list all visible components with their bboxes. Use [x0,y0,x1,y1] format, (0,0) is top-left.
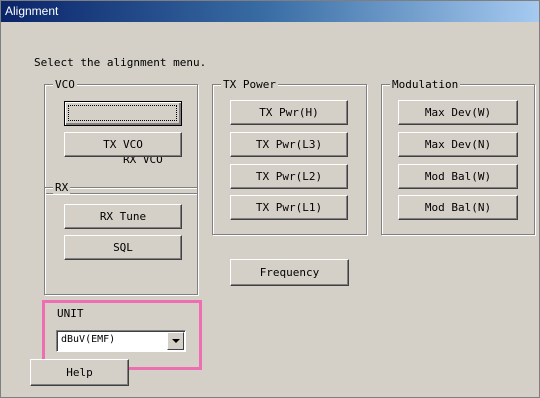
title-bar: Alignment [1,1,539,22]
max-dev-w-button[interactable]: Max Dev(W) [398,100,518,125]
sql-button[interactable]: SQL [64,235,182,260]
tx-power-group-label: TX Power [221,78,278,91]
focus-rectangle [68,105,177,121]
max-dev-n-button[interactable]: Max Dev(N) [398,132,518,157]
unit-label: UNIT [57,307,84,320]
chevron-down-icon[interactable] [167,332,184,350]
unit-selected-value: dBuV(EMF) [61,334,116,345]
unit-select[interactable]: dBuV(EMF) [56,330,186,352]
tx-pwr-l3-button[interactable]: TX Pwr(L3) [230,132,348,157]
rx-vco-button[interactable]: RX VCO [64,101,182,166]
help-button[interactable]: Help [30,359,129,386]
modulation-group-label: Modulation [390,78,461,91]
tx-pwr-l1-button[interactable]: TX Pwr(L1) [230,195,348,220]
mod-bal-w-button[interactable]: Mod Bal(W) [398,164,518,189]
tx-vco-button[interactable]: TX VCO [64,132,182,157]
window-client-area: Select the alignment menu. VCO RX VCO TX… [1,22,539,397]
mod-bal-n-button[interactable]: Mod Bal(N) [398,195,518,220]
alignment-window: Alignment Select the alignment menu. VCO… [0,0,540,398]
rx-tune-button[interactable]: RX Tune [64,204,182,229]
instruction-text: Select the alignment menu. [34,56,207,69]
tx-pwr-l2-button[interactable]: TX Pwr(L2) [230,164,348,189]
frequency-button[interactable]: Frequency [230,259,349,286]
tx-pwr-h-button[interactable]: TX Pwr(H) [230,100,348,125]
vco-group-label: VCO [53,78,77,91]
rx-group-label: RX [53,181,71,194]
